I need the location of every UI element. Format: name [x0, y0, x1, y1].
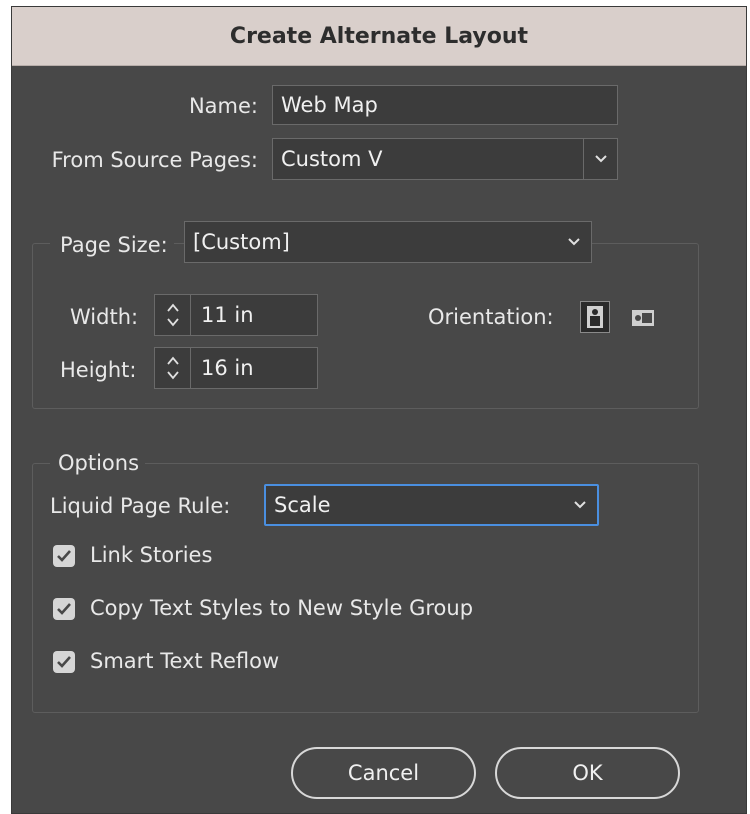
name-input[interactable]: Web Map [272, 85, 618, 125]
page-size-select[interactable]: [Custom] [184, 221, 592, 263]
height-input[interactable]: 16 in [154, 347, 318, 389]
liquid-page-rule-value: Scale [274, 493, 331, 517]
stepper-arrows-icon [166, 303, 179, 327]
ok-button[interactable]: OK [495, 747, 680, 799]
height-stepper[interactable] [155, 348, 191, 388]
dialog-title: Create Alternate Layout [229, 23, 529, 49]
copy-text-styles-label[interactable]: Copy Text Styles to New Style Group [90, 596, 473, 620]
width-value: 11 in [201, 303, 254, 327]
liquid-page-rule-dropdown-button[interactable] [573, 486, 587, 524]
checkmark-icon [57, 656, 71, 668]
page-size-value: [Custom] [193, 230, 290, 254]
height-value: 16 in [201, 356, 254, 380]
name-value: Web Map [281, 93, 378, 117]
name-label: Name: [188, 94, 258, 118]
page-size-dropdown-button[interactable] [567, 222, 581, 262]
page-size-label: Page Size: [50, 233, 174, 257]
stepper-arrows-icon [166, 356, 179, 380]
cancel-button-label: Cancel [347, 761, 420, 785]
chevron-down-icon [574, 501, 586, 509]
landscape-orientation-button[interactable] [628, 305, 658, 331]
smart-text-reflow-label[interactable]: Smart Text Reflow [90, 649, 279, 673]
liquid-page-rule-label: Liquid Page Rule: [50, 494, 231, 518]
height-label: Height: [60, 358, 137, 382]
ok-button-label: OK [572, 761, 603, 785]
checkmark-icon [57, 550, 71, 562]
chevron-down-icon [594, 155, 607, 163]
source-pages-value: Custom V [281, 147, 383, 171]
source-pages-select[interactable]: Custom V [272, 138, 618, 180]
orientation-label: Orientation: [428, 305, 554, 329]
liquid-page-rule-select[interactable]: Scale [264, 484, 599, 526]
portrait-orientation-button[interactable] [580, 301, 610, 333]
width-input[interactable]: 11 in [154, 294, 318, 336]
copy-text-styles-checkbox[interactable] [53, 598, 75, 620]
cancel-button[interactable]: Cancel [291, 747, 476, 799]
chevron-down-icon [568, 238, 580, 246]
width-stepper[interactable] [155, 295, 191, 335]
checkmark-icon [57, 603, 71, 615]
width-label: Width: [70, 305, 139, 329]
landscape-icon [632, 310, 654, 326]
options-legend: Options [50, 451, 146, 475]
portrait-icon [587, 306, 603, 328]
source-pages-label: From Source Pages: [51, 148, 258, 172]
dialog-titlebar[interactable]: Create Alternate Layout [12, 7, 746, 66]
source-pages-dropdown-button[interactable] [583, 139, 617, 179]
smart-text-reflow-checkbox[interactable] [53, 651, 75, 673]
link-stories-checkbox[interactable] [53, 545, 75, 567]
create-alternate-layout-dialog: Create Alternate Layout Name: Web Map Fr… [11, 6, 747, 814]
link-stories-label[interactable]: Link Stories [90, 543, 212, 567]
